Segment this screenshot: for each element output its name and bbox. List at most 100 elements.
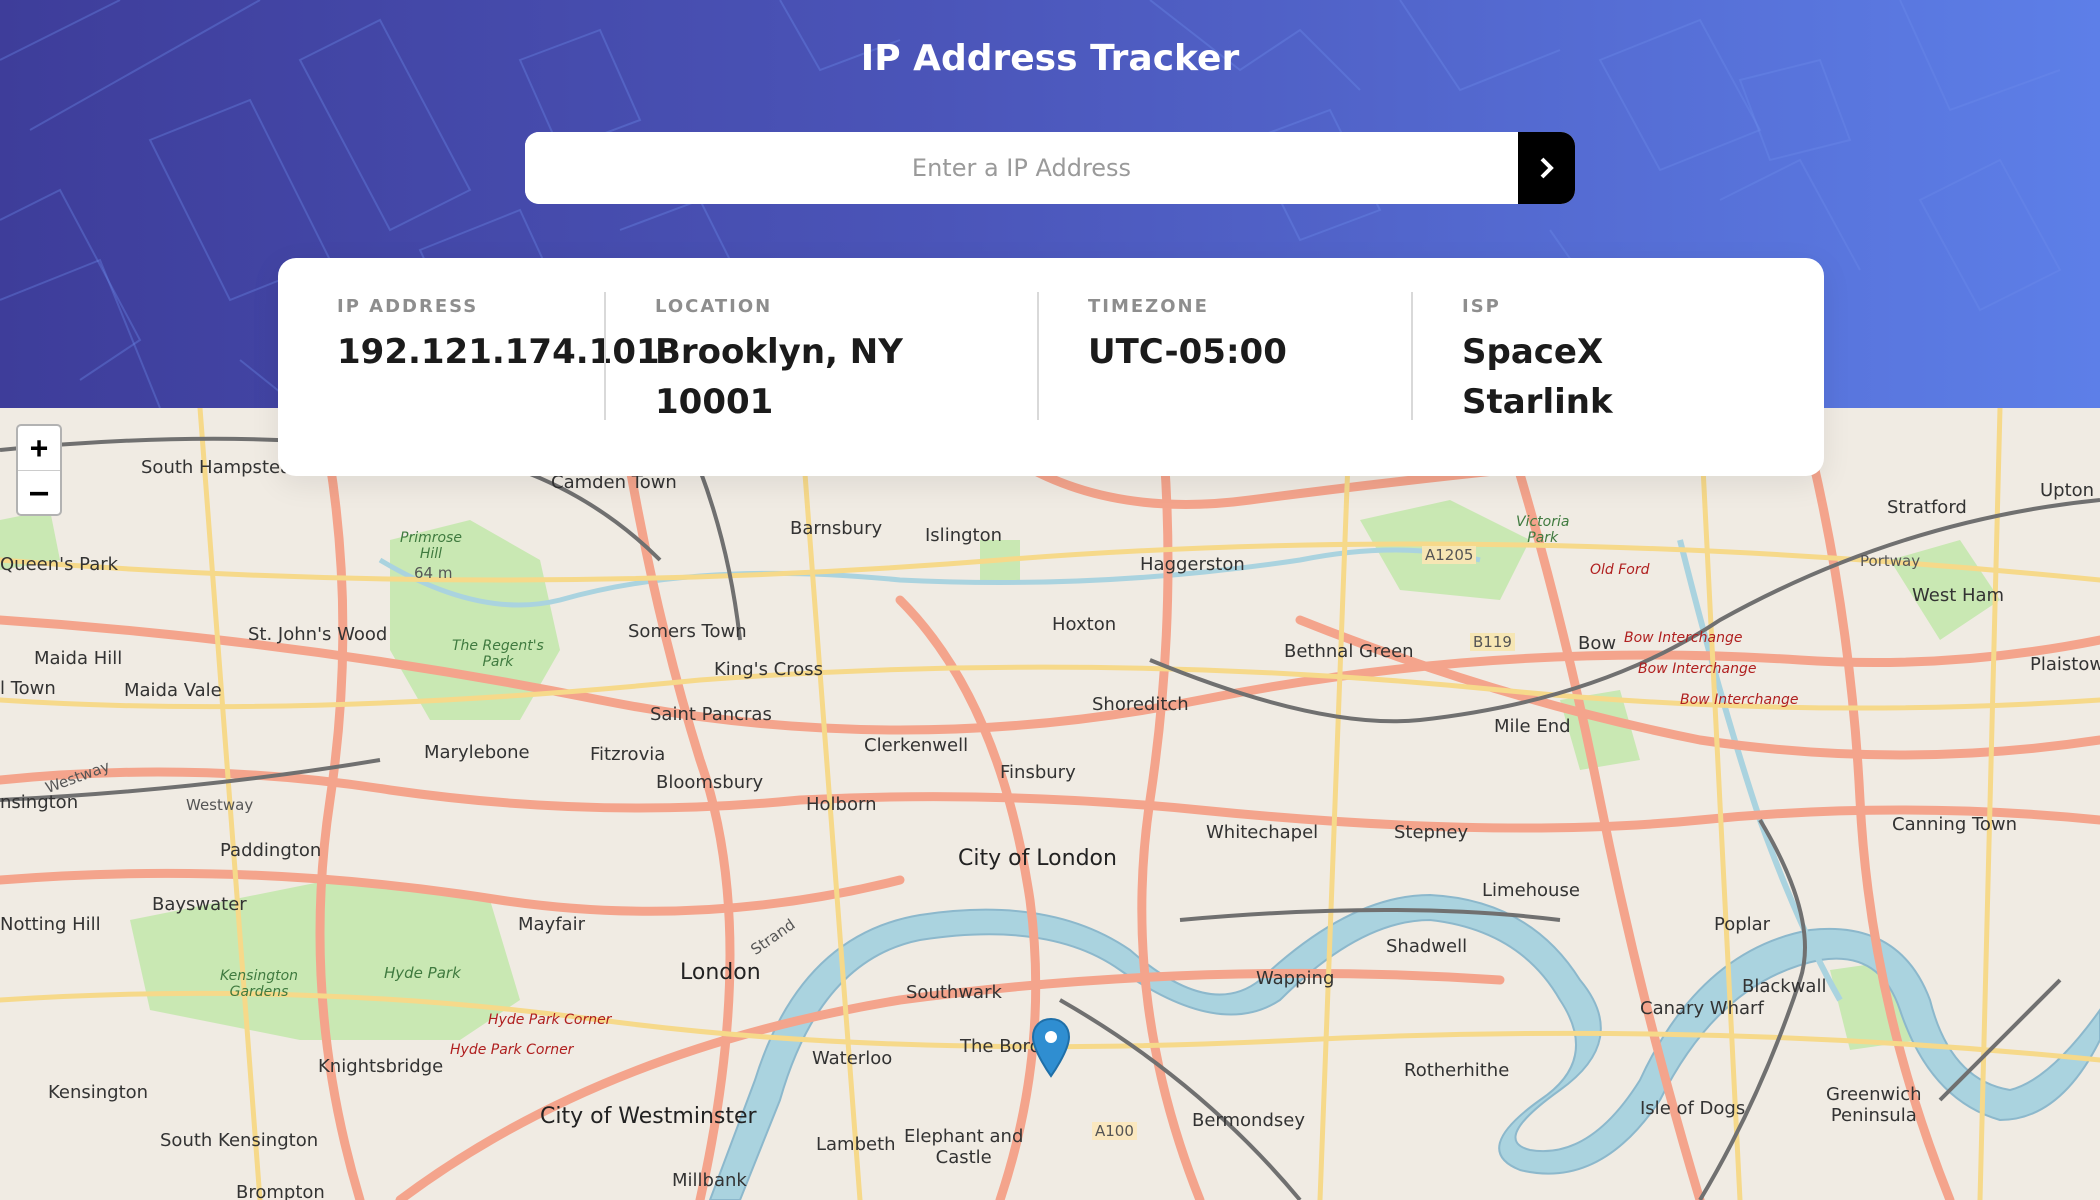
map-label: Saint Pancras [650, 704, 772, 725]
map-label: Brompton [236, 1182, 325, 1200]
map-label: Finsbury [1000, 762, 1076, 783]
map-label: Millbank [672, 1170, 747, 1191]
map-label: Mile End [1494, 716, 1571, 737]
location-pin-icon[interactable] [1032, 1018, 1070, 1078]
map-label: Greenwich Peninsula [1826, 1084, 1922, 1126]
map-label: Shadwell [1386, 936, 1468, 957]
map-label: Limehouse [1482, 880, 1580, 901]
map-label: Maida Hill [34, 648, 123, 669]
map-label: Paddington [220, 840, 322, 861]
map-label: Bow Interchange [1680, 692, 1799, 708]
map-label: South Kensington [160, 1130, 319, 1151]
map-label: The Regent's Park [452, 638, 544, 670]
map-label: Primrose Hill [400, 530, 462, 562]
map-label: B119 [1470, 633, 1515, 651]
map-label: Haggerston [1140, 554, 1245, 575]
info-label: IP ADDRESS [337, 296, 479, 317]
zoom-out-button[interactable]: – [18, 470, 60, 514]
map-label: Marylebone [424, 742, 530, 763]
map-label: The Boro [960, 1036, 1041, 1057]
info-ip-address: IP ADDRESS 192.121.174.101 [337, 296, 660, 377]
map-label: Wapping [1256, 968, 1335, 989]
map-view[interactable]: South Hampstea Camden Town Barnsbury Isl… [0, 408, 2100, 1200]
map-label: South Hampstea [141, 457, 292, 478]
map-label: Maida Vale [124, 680, 222, 701]
map-label: London [680, 960, 761, 985]
map-label: l Town [0, 678, 56, 699]
map-label: Old Ford [1590, 562, 1650, 578]
map-label: Mayfair [518, 914, 585, 935]
info-isp: ISP SpaceX Starlink [1462, 296, 1613, 427]
map-label: Bow Interchange [1638, 661, 1757, 677]
info-value: SpaceX Starlink [1462, 332, 1613, 422]
info-label: LOCATION [655, 296, 773, 317]
map-label: Poplar [1714, 914, 1771, 935]
info-divider [604, 292, 606, 420]
map-label: Canary Wharf [1640, 998, 1764, 1019]
map-label: Lambeth [816, 1134, 896, 1155]
map-label: Stratford [1887, 497, 1967, 518]
map-label: Victoria Park [1516, 514, 1570, 546]
map-label: Somers Town [628, 621, 747, 642]
map-label: Portway [1860, 552, 1921, 570]
map-label: Whitechapel [1206, 822, 1319, 843]
map-label: Hoxton [1052, 614, 1117, 635]
map-label: St. John's Wood [248, 624, 388, 645]
info-divider [1411, 292, 1413, 420]
ip-address-input[interactable] [525, 132, 1518, 204]
map-label: 64 m [414, 564, 453, 582]
ip-search-bar [525, 132, 1575, 204]
map-label: Rotherhithe [1404, 1060, 1510, 1081]
map-label: Bayswater [152, 894, 247, 915]
map-label: Blackwall [1742, 976, 1827, 997]
info-divider [1037, 292, 1039, 420]
zoom-control: + – [16, 424, 62, 516]
map-label: Southwark [906, 982, 1002, 1003]
map-tiles[interactable] [0, 408, 2100, 1200]
map-label: Barnsbury [790, 518, 883, 539]
info-value: 192.121.174.101 [337, 332, 660, 372]
page-title: IP Address Tracker [860, 38, 1240, 79]
map-label: nsington [0, 792, 79, 813]
map-label: King's Cross [714, 659, 824, 680]
map-label: A1205 [1422, 546, 1477, 564]
map-label: Queen's Park [0, 554, 119, 575]
map-label: Bloomsbury [656, 772, 764, 793]
info-location: LOCATION Brooklyn, NY 10001 [655, 296, 903, 427]
map-label: Westway [186, 796, 254, 814]
search-submit-button[interactable] [1518, 132, 1575, 204]
map-label: Knightsbridge [318, 1056, 444, 1077]
map-label: Holborn [806, 794, 877, 815]
map-label: Notting Hill [0, 914, 101, 935]
info-value: Brooklyn, NY 10001 [655, 332, 903, 422]
info-value: UTC-05:00 [1088, 332, 1287, 372]
map-label: West Ham [1912, 585, 2005, 606]
map-label: Stepney [1394, 822, 1469, 843]
map-label: Bow [1578, 633, 1617, 654]
map-label: Islington [925, 525, 1003, 546]
map-label: Elephant and Castle [904, 1126, 1024, 1168]
map-label: Canning Town [1892, 814, 2018, 835]
map-label: Shoreditch [1092, 694, 1189, 715]
map-label: Hyde Park Corner [450, 1042, 574, 1058]
map-label: Waterloo [812, 1048, 893, 1069]
zoom-in-button[interactable]: + [18, 426, 60, 470]
map-label: Bethnal Green [1284, 641, 1414, 662]
map-label: Bow Interchange [1624, 630, 1743, 646]
map-label: Kensington Gardens [220, 968, 299, 1000]
map-label: Hyde Park Corner [488, 1012, 612, 1028]
map-label: Clerkenwell [864, 735, 969, 756]
map-label: City of Westminster [540, 1104, 757, 1129]
info-label: TIMEZONE [1088, 296, 1209, 317]
map-label: Bermondsey [1192, 1110, 1305, 1131]
map-label: City of London [958, 846, 1117, 871]
map-label: Fitzrovia [590, 744, 666, 765]
map-label: Upton [2040, 480, 2095, 501]
map-label: A100 [1092, 1122, 1137, 1140]
map-label: Plaistow [2030, 654, 2100, 675]
ip-info-card: IP ADDRESS 192.121.174.101 LOCATION Broo… [278, 258, 1824, 476]
chevron-right-icon [1540, 157, 1554, 179]
map-label: Isle of Dogs [1640, 1098, 1746, 1119]
info-timezone: TIMEZONE UTC-05:00 [1088, 296, 1287, 377]
info-label: ISP [1462, 296, 1501, 317]
